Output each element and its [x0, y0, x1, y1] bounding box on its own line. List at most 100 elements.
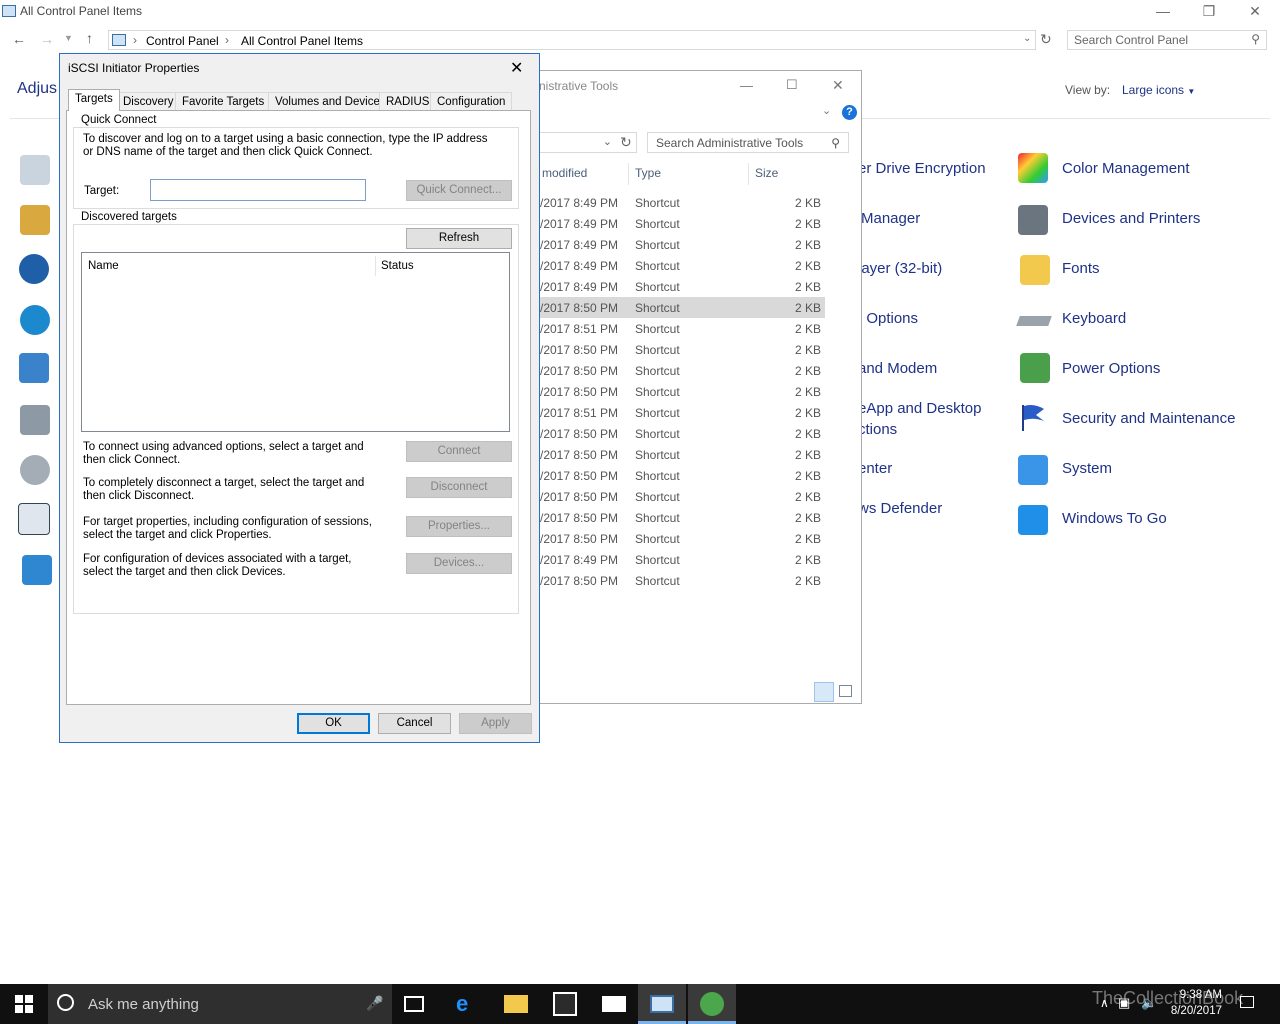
back-arrow-icon[interactable]: ← — [12, 31, 26, 47]
ok-button[interactable]: OK — [297, 713, 370, 734]
language-icon[interactable] — [19, 353, 49, 383]
admin-file-row[interactable]: /2017 8:50 PM Shortcut 2 KB — [540, 486, 825, 507]
tab-volumes-devices[interactable]: Volumes and Devices — [268, 92, 393, 110]
volume-icon[interactable]: 🔈 — [1141, 995, 1157, 1011]
disconnect-button[interactable]: Disconnect — [406, 477, 512, 498]
tab-favorite-targets[interactable]: Favorite Targets — [175, 92, 272, 110]
tab-configuration[interactable]: Configuration — [430, 92, 513, 110]
mail-icon[interactable] — [602, 996, 626, 1012]
restore-button[interactable]: ❐ — [1186, 0, 1232, 24]
admin-maximize-button[interactable]: ☐ — [786, 77, 798, 93]
task-manager-icon[interactable] — [18, 503, 50, 535]
admin-file-row[interactable]: /2017 8:50 PM Shortcut 2 KB — [540, 528, 825, 549]
windows-start-icon[interactable] — [15, 995, 33, 1013]
admin-file-row[interactable]: /2017 8:50 PM Shortcut 2 KB — [540, 507, 825, 528]
cp-item-bitlocker[interactable]: er Drive Encryption — [858, 160, 986, 177]
backup-icon[interactable] — [20, 205, 50, 235]
col-type[interactable]: Type — [635, 166, 661, 180]
col-date-modified[interactable]: modified — [542, 166, 587, 180]
tab-discovery[interactable]: Discovery — [116, 92, 181, 110]
admin-file-row[interactable]: /2017 8:49 PM Shortcut 2 KB — [540, 192, 825, 213]
admin-file-row[interactable]: /2017 8:50 PM Shortcut 2 KB — [540, 381, 825, 402]
show-hidden-icons[interactable]: ∧ — [1100, 996, 1109, 1010]
admin-refresh-icon[interactable]: ↻ — [620, 134, 632, 151]
admin-file-row[interactable]: /2017 8:50 PM Shortcut 2 KB — [540, 570, 825, 591]
refresh-icon[interactable]: ↻ — [1040, 31, 1052, 48]
action-center-icon[interactable] — [1240, 996, 1254, 1008]
refresh-button[interactable]: Refresh — [406, 228, 512, 249]
col-name[interactable]: Name — [88, 260, 119, 272]
clock-time[interactable]: 9:38 AM — [1160, 989, 1222, 1001]
tab-radius[interactable]: RADIUS — [379, 92, 437, 110]
admin-file-row[interactable]: /2017 8:50 PM Shortcut 2 KB — [540, 444, 825, 465]
connect-button[interactable]: Connect — [406, 441, 512, 462]
cp-item-sync-center[interactable]: enter — [858, 460, 892, 477]
dialog-close-icon[interactable]: ✕ — [510, 58, 523, 78]
search-control-panel-input[interactable]: Search Control Panel ⚲ — [1067, 30, 1267, 50]
help-icon[interactable]: ? — [842, 105, 857, 120]
recent-dropdown-icon[interactable]: ▼ — [64, 33, 73, 43]
admin-file-row[interactable]: /2017 8:49 PM Shortcut 2 KB — [540, 234, 825, 255]
cp-item-remoteapp-line2[interactable]: ctions — [858, 421, 897, 438]
admin-file-row[interactable]: /2017 8:51 PM Shortcut 2 KB — [540, 402, 825, 423]
microphone-icon[interactable]: 🎤 — [366, 995, 383, 1012]
quick-connect-button[interactable]: Quick Connect... — [406, 180, 512, 201]
minimize-button[interactable]: — — [1140, 0, 1186, 24]
cp-item-security-maintenance[interactable]: Security and Maintenance — [1062, 410, 1235, 427]
address-dropdown-icon[interactable]: ⌄ — [1023, 33, 1031, 44]
admin-file-row[interactable]: /2017 8:50 PM Shortcut 2 KB — [540, 339, 825, 360]
col-size[interactable]: Size — [755, 166, 778, 180]
task-view-icon[interactable] — [404, 996, 424, 1012]
cp-item-credential-manager[interactable]: Manager — [861, 210, 920, 227]
cp-item-phone-modem[interactable]: and Modem — [858, 360, 937, 377]
admin-file-row[interactable]: /2017 8:51 PM Shortcut 2 KB — [540, 318, 825, 339]
cp-item-windows-defender[interactable]: ws Defender — [858, 500, 942, 517]
control-panel-taskbar-icon[interactable] — [650, 995, 674, 1013]
view-by-dropdown[interactable]: Large icons ▼ — [1122, 83, 1195, 97]
admin-file-row[interactable]: /2017 8:49 PM Shortcut 2 KB — [540, 213, 825, 234]
large-icons-view-icon[interactable] — [839, 685, 852, 697]
admin-search-input[interactable]: Search Administrative Tools ⚲ — [647, 132, 849, 153]
properties-button[interactable]: Properties... — [406, 516, 512, 537]
work-folders-icon[interactable] — [22, 555, 52, 585]
address-bar[interactable]: › Control Panel › All Control Panel Item… — [108, 30, 1036, 50]
edge-icon[interactable]: e — [456, 992, 480, 1016]
breadcrumb-control-panel[interactable]: Control Panel — [146, 34, 219, 48]
close-button[interactable]: ✕ — [1232, 0, 1278, 24]
cp-item-color-management[interactable]: Color Management — [1062, 160, 1190, 177]
admin-file-row[interactable]: /2017 8:49 PM Shortcut 2 KB — [540, 276, 825, 297]
cancel-button[interactable]: Cancel — [378, 713, 451, 734]
up-arrow-icon[interactable]: ↑ — [86, 30, 93, 46]
recovery-icon[interactable] — [20, 405, 50, 435]
file-explorer-icon[interactable] — [504, 995, 528, 1013]
cp-item-system[interactable]: System — [1062, 460, 1112, 477]
admin-file-row[interactable]: /2017 8:50 PM Shortcut 2 KB — [540, 297, 825, 318]
sound-icon[interactable] — [20, 455, 50, 485]
cp-item-windows-to-go[interactable]: Windows To Go — [1062, 510, 1167, 527]
admin-file-row[interactable]: /2017 8:50 PM Shortcut 2 KB — [540, 465, 825, 486]
breadcrumb-all-items[interactable]: All Control Panel Items — [241, 34, 363, 48]
cp-item-keyboard[interactable]: Keyboard — [1062, 310, 1126, 327]
cp-item-fonts[interactable]: Fonts — [1062, 260, 1100, 277]
discovered-targets-list[interactable] — [81, 252, 510, 432]
tab-targets[interactable]: Targets — [68, 89, 120, 111]
iscsi-taskbar-icon[interactable] — [700, 992, 724, 1016]
forward-arrow-icon[interactable]: → — [40, 31, 54, 47]
cp-item-power-options[interactable]: Power Options — [1062, 360, 1160, 377]
admin-close-button[interactable]: ✕ — [832, 77, 844, 94]
homegroup-icon[interactable] — [20, 305, 50, 335]
details-view-icon[interactable] — [814, 682, 834, 702]
col-status[interactable]: Status — [381, 260, 414, 272]
apply-button[interactable]: Apply — [459, 713, 532, 734]
ribbon-expand-icon[interactable]: ⌄ — [822, 104, 831, 117]
admin-file-row[interactable]: /2017 8:49 PM Shortcut 2 KB — [540, 255, 825, 276]
admin-minimize-button[interactable]: — — [740, 78, 753, 93]
admin-file-row[interactable]: /2017 8:50 PM Shortcut 2 KB — [540, 360, 825, 381]
devices-button[interactable]: Devices... — [406, 553, 512, 574]
cp-item-devices-printers[interactable]: Devices and Printers — [1062, 210, 1200, 227]
admin-file-row[interactable]: /2017 8:49 PM Shortcut 2 KB — [540, 549, 825, 570]
admin-file-row[interactable]: /2017 8:50 PM Shortcut 2 KB — [540, 423, 825, 444]
cp-item-internet-options[interactable]: t Options — [858, 310, 918, 327]
admin-tools-icon[interactable] — [20, 155, 50, 185]
cp-item-flash-player[interactable]: layer (32-bit) — [858, 260, 942, 277]
